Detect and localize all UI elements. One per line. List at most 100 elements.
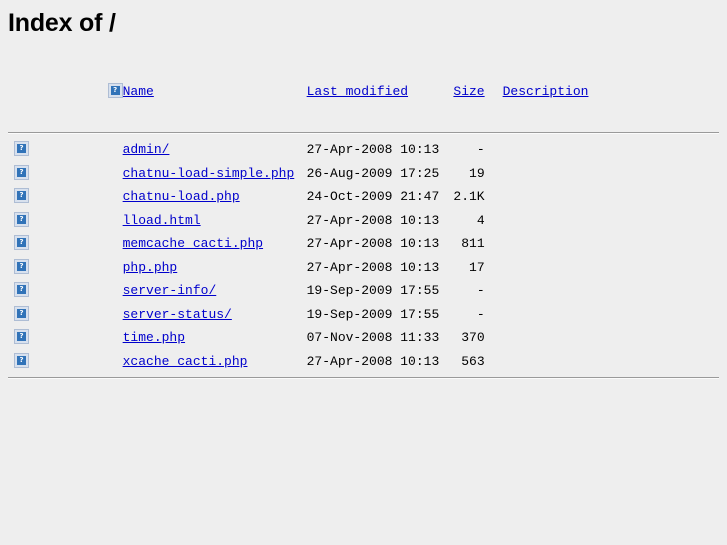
header-rule-cell	[8, 128, 719, 138]
row-icon-cell: ?	[8, 138, 123, 162]
broken-image-icon-glyph: ?	[17, 191, 26, 201]
row-last-modified: 27-Apr-2008 10:13	[306, 212, 440, 228]
row-size: 563	[461, 353, 485, 369]
file-link[interactable]: php.php	[123, 260, 178, 275]
broken-image-icon: ?	[107, 83, 123, 99]
file-link[interactable]: chatnu-load-simple.php	[123, 166, 295, 181]
page-title: Index of /	[8, 9, 116, 37]
row-icon-cell: ?	[8, 185, 123, 209]
file-link[interactable]: xcache_cacti.php	[123, 354, 248, 369]
directory-listing-table: ? Name Last modified Size Description ? a…	[8, 56, 719, 383]
row-last-modified: 27-Apr-2008 10:13	[306, 259, 440, 275]
row-size: 17	[469, 259, 485, 275]
row-last-modified: 24-Oct-2009 21:47	[306, 189, 440, 204]
broken-image-icon-glyph: ?	[17, 285, 26, 295]
file-link[interactable]: memcache_cacti.php	[123, 236, 263, 251]
broken-image-icon-glyph: ?	[17, 355, 26, 365]
file-link[interactable]: admin/	[123, 142, 170, 157]
row-description	[491, 138, 719, 162]
file-link[interactable]: server-status/	[123, 307, 232, 322]
sort-by-description-link[interactable]: Description	[503, 84, 589, 99]
row-name-cell: admin/	[123, 138, 307, 162]
row-description	[491, 232, 719, 256]
sort-by-size-link[interactable]: Size	[453, 84, 484, 99]
row-icon-cell: ?	[8, 303, 123, 327]
row-description	[491, 256, 719, 280]
row-last-modified: 19-Sep-2009 17:55	[306, 283, 440, 298]
row-name-cell: server-info/	[123, 279, 307, 303]
table-row: ? server-status/19-Sep-2009 17:55 -	[8, 303, 719, 327]
row-icon-cell: ?	[8, 279, 123, 303]
broken-image-icon-glyph: ?	[17, 214, 26, 224]
sort-by-name-link[interactable]: Name	[123, 84, 154, 99]
row-name-cell: chatnu-load-simple.php	[123, 162, 307, 186]
directory-listing-container: ? Name Last modified Size Description ? a…	[0, 56, 727, 383]
file-link[interactable]: time.php	[123, 330, 185, 345]
header-description-cell: Description	[491, 56, 719, 128]
row-icon-cell: ?	[8, 162, 123, 186]
table-row: ? chatnu-load-simple.php 26-Aug-2009 17:25…	[8, 162, 719, 186]
row-size: -	[476, 306, 485, 322]
broken-image-icon-glyph: ?	[17, 144, 26, 154]
broken-image-icon: ?	[14, 352, 29, 368]
header-name-cell: Name	[123, 56, 307, 128]
row-description	[491, 350, 719, 374]
table-row: ? admin/27-Apr-2008 10:13 -	[8, 138, 719, 162]
row-size: 370	[461, 330, 485, 345]
table-row: ? memcache_cacti.php 27-Apr-2008 10:13 811	[8, 232, 719, 256]
table-row: ? php.php 27-Apr-2008 10:13 17	[8, 256, 719, 280]
broken-image-icon: ?	[14, 235, 29, 251]
row-last-modified: 26-Aug-2009 17:25	[306, 165, 440, 181]
footer-rule-cell	[8, 373, 719, 383]
row-name-cell: chatnu-load.php	[123, 185, 307, 209]
broken-image-icon: ?	[14, 141, 29, 157]
row-icon-cell: ?	[8, 326, 123, 350]
row-last-modified: 07-Nov-2008 11:33	[306, 330, 440, 345]
row-description	[491, 209, 719, 233]
file-link[interactable]: lload.html	[123, 213, 201, 228]
broken-image-icon: ?	[14, 282, 29, 298]
row-icon-cell: ?	[8, 350, 123, 374]
broken-image-icon: ?	[14, 329, 29, 345]
row-name-cell: memcache_cacti.php	[123, 232, 307, 256]
table-row: ? chatnu-load.php 24-Oct-2009 21:47 2.1K	[8, 185, 719, 209]
footer-divider	[8, 377, 719, 379]
row-size: -	[476, 283, 485, 298]
table-row: ? lload.html 27-Apr-2008 10:13 4	[8, 209, 719, 233]
header-size-cell: Size	[443, 56, 491, 128]
row-last-modified: 19-Sep-2009 17:55	[306, 306, 440, 322]
row-name-cell: php.php	[123, 256, 307, 280]
row-description	[491, 303, 719, 327]
broken-image-icon-glyph: ?	[17, 308, 26, 318]
header-icon-cell: ?	[8, 56, 123, 128]
table-row: ? server-info/19-Sep-2009 17:55 -	[8, 279, 719, 303]
sort-by-last-modified-link[interactable]: Last modified	[307, 84, 408, 99]
row-last-modified: 27-Apr-2008 10:13	[306, 236, 440, 251]
file-link[interactable]: server-info/	[123, 283, 217, 298]
broken-image-icon: ?	[14, 164, 29, 180]
row-last-modified: 27-Apr-2008 10:13	[306, 142, 440, 157]
row-description	[491, 279, 719, 303]
broken-image-icon: ?	[14, 188, 29, 204]
row-size: 811	[461, 236, 485, 251]
broken-image-icon-glyph: ?	[17, 238, 26, 248]
row-description	[491, 326, 719, 350]
table-row: ? xcache_cacti.php 27-Apr-2008 10:13 563	[8, 350, 719, 374]
broken-image-icon-glyph: ?	[17, 167, 26, 177]
broken-image-icon-glyph: ?	[17, 261, 26, 271]
row-last-modified: 27-Apr-2008 10:13	[306, 353, 440, 369]
row-icon-cell: ?	[8, 256, 123, 280]
row-size: -	[476, 142, 485, 157]
broken-image-icon: ?	[14, 258, 29, 274]
row-name-cell: server-status/	[123, 303, 307, 327]
header-divider	[8, 132, 719, 134]
table-row: ? time.php 07-Nov-2008 11:33 370	[8, 326, 719, 350]
file-link[interactable]: chatnu-load.php	[123, 189, 240, 204]
row-description	[491, 185, 719, 209]
broken-image-icon-glyph: ?	[17, 332, 26, 342]
broken-image-icon: ?	[14, 305, 29, 321]
broken-image-icon: ?	[14, 211, 29, 227]
row-name-cell: xcache_cacti.php	[123, 350, 307, 374]
header-last-modified-cell: Last modified	[307, 56, 443, 128]
row-name-cell: time.php	[123, 326, 307, 350]
